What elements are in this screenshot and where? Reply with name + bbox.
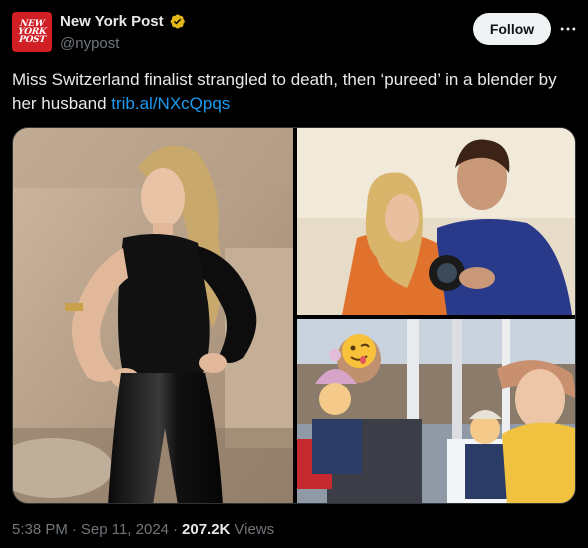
media-grid (12, 127, 576, 504)
tweet-body: Miss Switzerland finalist strangled to d… (12, 70, 557, 113)
meta-separator-2: · (173, 521, 179, 538)
views-count: 207.2K (182, 521, 231, 538)
tweet-time[interactable]: 5:38 PM (12, 521, 68, 538)
views-label: Views (234, 521, 275, 538)
avatar[interactable]: NEW YORK POST (12, 12, 52, 52)
media-photo-2[interactable] (297, 128, 575, 315)
verified-badge-icon (169, 13, 186, 30)
tweet-text: Miss Switzerland finalist strangled to d… (12, 68, 582, 116)
meta-separator-1: · (71, 521, 77, 538)
tweet-date[interactable]: Sep 11, 2024 (81, 521, 169, 538)
follow-button[interactable]: Follow (473, 13, 551, 45)
tweet-meta: 5:38 PM · Sep 11, 2024 · 207.2K Views (12, 521, 274, 538)
media-photo-1[interactable] (13, 128, 293, 503)
display-name[interactable]: New York Post (60, 13, 164, 30)
author-name-row[interactable]: New York Post (60, 13, 186, 30)
avatar-logo-line-3: POST (18, 35, 46, 45)
media-photo-3[interactable] (297, 319, 575, 503)
more-options-icon[interactable] (556, 18, 580, 40)
tweet-link[interactable]: trib.al/NXcQpqs (111, 94, 230, 113)
account-handle[interactable]: @nypost (60, 35, 119, 52)
